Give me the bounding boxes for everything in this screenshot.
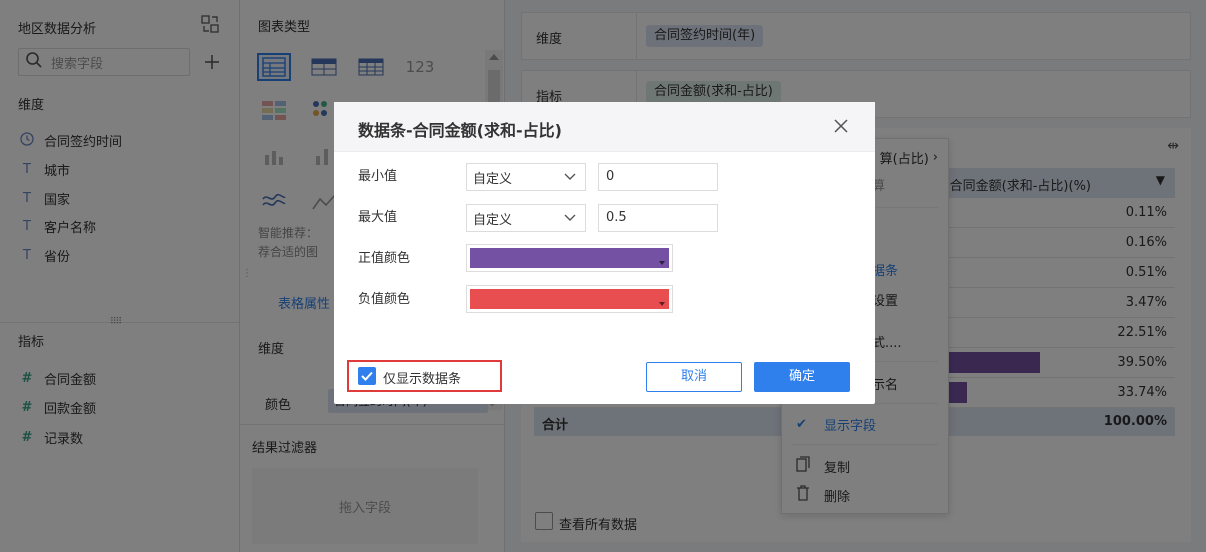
cancel-button[interactable]: 取消	[646, 362, 742, 392]
max-value-input[interactable]: 0.5	[598, 204, 718, 232]
positive-color-picker[interactable]	[466, 244, 673, 272]
dialog-header: 数据条-合同金额(求和-占比)	[334, 102, 875, 152]
data-bar-dialog: 数据条-合同金额(求和-占比) 最小值 自定义 0 最大值 自定义 0.5 正值…	[334, 102, 875, 404]
dropdown-triangle-icon	[659, 261, 665, 265]
only-bar-checkbox[interactable]	[358, 367, 376, 385]
min-value-input[interactable]: 0	[598, 163, 718, 191]
positive-color-label: 正值颜色	[358, 251, 411, 266]
positive-color-swatch	[470, 248, 669, 268]
chevron-down-icon	[563, 211, 577, 229]
min-mode-select[interactable]: 自定义	[466, 163, 586, 191]
dropdown-triangle-icon	[659, 302, 665, 306]
dialog-title: 数据条-合同金额(求和-占比)	[358, 121, 562, 140]
ok-button[interactable]: 确定	[754, 362, 850, 392]
max-value-label: 最大值	[358, 210, 398, 225]
close-icon[interactable]	[833, 118, 849, 134]
only-bar-label[interactable]: 仅显示数据条	[383, 368, 461, 387]
select-value: 自定义	[473, 212, 513, 228]
min-value-label: 最小值	[358, 169, 398, 184]
negative-color-picker[interactable]	[466, 285, 673, 313]
chevron-down-icon	[563, 170, 577, 188]
max-mode-select[interactable]: 自定义	[466, 204, 586, 232]
negative-color-label: 负值颜色	[358, 292, 411, 307]
select-value: 自定义	[473, 171, 513, 187]
negative-color-swatch	[470, 289, 669, 309]
